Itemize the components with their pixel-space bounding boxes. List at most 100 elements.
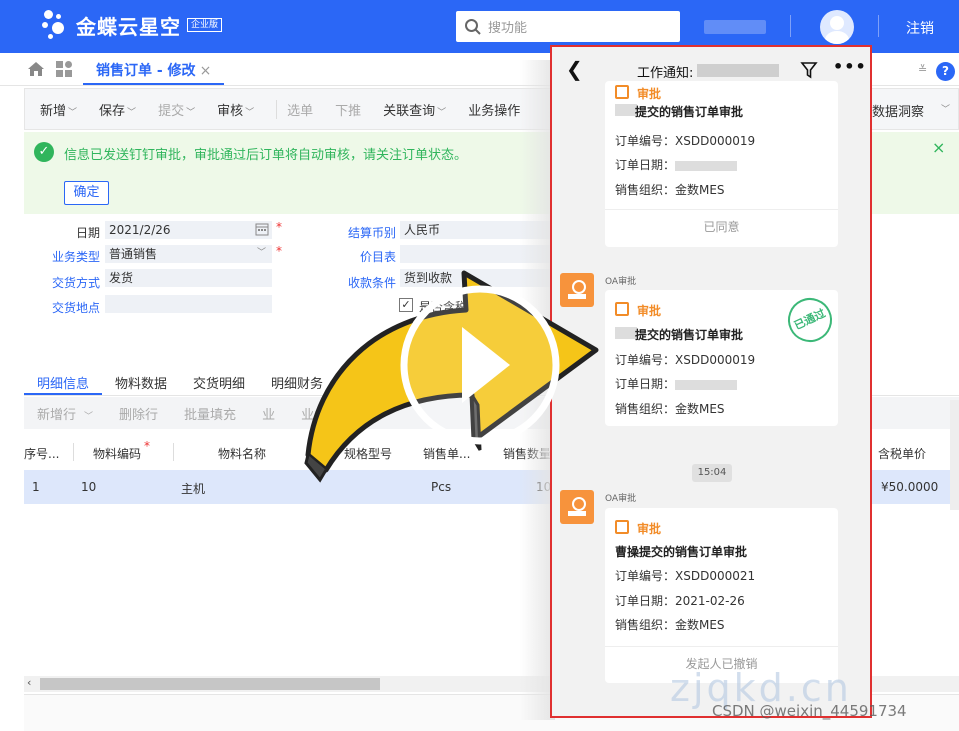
notice-text: 信息已发送钉钉审批，审批通过后订单将自动审核，请关注订单状态。 [64,148,468,163]
avatar[interactable] [820,10,854,44]
batch-fill-button[interactable]: 批量填充 [184,404,236,423]
side-panel-edge[interactable] [950,400,959,510]
biz-type-select[interactable]: 普通销售 [105,245,272,263]
col-material-code[interactable]: 物料编码 [93,445,141,462]
tab-label: 销售订单 - 修改 [96,63,196,79]
delete-row-button[interactable]: 删除行 [119,404,158,423]
help-icon[interactable]: ? [936,62,955,81]
new-button[interactable]: 新增 ﹀ [40,100,77,119]
delivery-mode-label: 交货方式 [51,276,100,290]
cell-seq: 1 [32,480,40,494]
business-ops-button[interactable]: 业务操作 [468,100,520,119]
related-query-button[interactable]: 关联查询 ﹀ [383,100,446,119]
search-placeholder: 搜功能 [488,21,528,36]
chevron-down-icon: ﹀ [68,107,78,118]
calendar-icon[interactable] [255,222,269,236]
logo-text: 金蝶云星空 [76,14,181,39]
order-number: 订单编号：XSDD000019 [615,134,756,148]
search-icon [465,18,481,35]
cell-tax-price[interactable]: ¥50.0000 [881,480,938,494]
cell-material-name[interactable]: 主机 [181,480,205,497]
logo[interactable]: 金蝶云星空 企业版 [42,8,223,42]
tab-detail-info[interactable]: 明细信息 [24,366,103,395]
logo-mark-icon [42,8,72,42]
back-icon[interactable]: ❮ [566,57,583,81]
chevron-down-icon: ﹀ [127,107,137,118]
approval-card[interactable]: 审批 提交的销售订单审批 订单编号：XSDD000019 订单日期： 销售组织：… [605,81,838,247]
edition-badge: 企业版 [187,18,223,32]
order-number: 订单编号：XSDD000019 [615,353,756,367]
more-icon[interactable]: ••• [833,57,867,76]
delivery-place-label: 交货地点 [51,301,100,315]
tab-sales-order-edit[interactable]: 销售订单 - 修改 × [83,53,225,85]
sales-org: 销售组织：金数MES [615,402,725,416]
csdn-watermark: CSDN @weixin_44591734 [712,702,907,720]
date-label: 日期 [75,226,100,240]
phone-title: 工作通知: [637,66,694,81]
scrollbar-thumb[interactable] [40,678,380,690]
chevron-down-icon: ﹀ [245,107,255,118]
approval-card[interactable]: 审批 曹操提交的销售订单审批 订单编号：XSDD000021 订单日期：2021… [605,508,838,683]
date-field[interactable]: 2021/2/26 [105,221,272,239]
submitter-blurred [615,327,637,339]
add-row-button[interactable]: 新增行 ﹀ [37,404,93,423]
approval-card[interactable]: 审批 提交的销售订单审批 订单编号：XSDD000019 订单日期： 销售组织：… [605,290,840,426]
card-title: 曹操提交的销售订单审批 [615,545,748,559]
tab-material-data[interactable]: 物料数据 [102,366,180,395]
close-icon[interactable]: × [932,138,945,157]
chevron-down-icon: ﹀ [186,107,196,118]
col-tax-price[interactable]: 含税单价 [878,445,926,462]
audit-button[interactable]: 审核 ﹀ [217,100,254,119]
chevron-down-icon[interactable]: ﹀ [257,245,266,258]
submit-button[interactable]: 提交 ﹀ [158,100,195,119]
approved-stamp: 已通过 [780,290,840,350]
order-number: 订单编号：XSDD000021 [615,569,756,583]
oa-label: OA审批 [605,494,637,504]
sales-org: 销售组织：金数MES [615,183,725,197]
order-date: 订单日期： [615,156,738,173]
order-date: 订单日期： [615,375,738,392]
scroll-left-icon[interactable]: ‹ [27,676,31,689]
tab-delivery-detail[interactable]: 交货明细 [180,366,258,395]
title-blurred [697,64,779,77]
oa-approval-icon [560,490,594,524]
sales-org: 销售组织：金数MES [615,618,725,632]
tab-close-icon[interactable]: × [200,63,212,79]
confirm-button[interactable]: 确定 [64,181,109,205]
filter-icon[interactable] [800,61,818,79]
apps-icon[interactable] [55,60,73,78]
chevron-down-icon[interactable]: ﹀ [941,102,950,115]
approval-tag: 审批 [615,302,661,319]
delivery-mode-field[interactable]: 发货 [105,269,272,287]
submitter-blurred [615,104,637,116]
currency-label: 结算币别 [347,226,396,240]
home-icon[interactable] [27,60,45,78]
play-arrow-icon[interactable] [296,255,606,485]
push-down-button[interactable]: 下推 [335,100,361,119]
chevron-down-icon: ﹀ [84,411,94,422]
data-insight-button[interactable]: 数据洞察 [872,101,924,120]
collapse-icon[interactable]: ≚ [918,63,927,76]
cell-material-code[interactable]: 10 [81,480,96,494]
logout-link[interactable]: 注销 [906,18,934,38]
oa-label: OA审批 [605,277,637,287]
search-box[interactable]: 搜功能 [456,11,680,42]
divider [73,443,74,461]
divider [790,15,791,37]
col-material-name[interactable]: 物料名称 [218,445,266,462]
required-mark: * [276,244,282,258]
check-circle-icon: ✓ [34,142,54,162]
user-name-blurred [704,20,766,34]
approval-tag: 审批 [615,520,661,537]
card-status: 已同意 [605,209,838,243]
col-seq[interactable]: 序号... [24,445,59,462]
business-button[interactable]: 业 [262,404,275,423]
biz-type-label: 业务类型 [51,250,100,264]
delivery-place-field[interactable] [105,295,272,313]
approval-tag: 审批 [615,85,661,102]
required-mark: * [276,220,282,234]
save-button[interactable]: 保存 ﹀ [99,100,136,119]
select-bill-button[interactable]: 选单 [276,99,313,119]
required-mark: * [144,439,150,453]
divider [173,443,174,461]
